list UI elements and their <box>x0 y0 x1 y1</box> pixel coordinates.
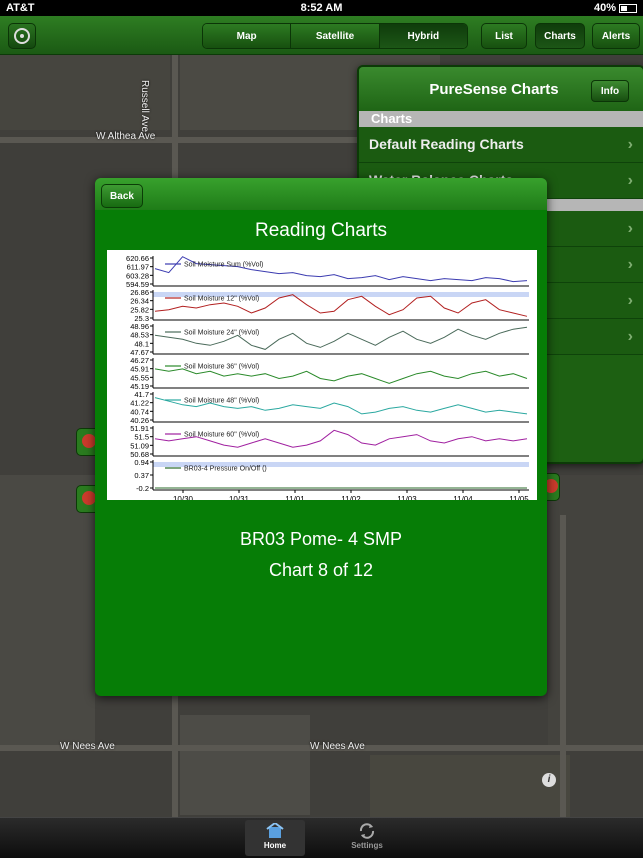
y-tick-label: 40.74 <box>130 407 149 416</box>
y-tick-label: 26.34 <box>130 297 149 306</box>
chevron-right-icon: › <box>627 172 633 189</box>
locate-icon <box>14 28 30 44</box>
y-tick-label: 603.28 <box>126 271 149 280</box>
legend-label: Soil Moisture Sum (%Vol) <box>184 262 263 269</box>
top-toolbar: Map Satellite Hybrid List Charts Alerts <box>0 16 643 55</box>
y-tick-label: 45.91 <box>130 365 149 374</box>
y-tick-label: 48.1 <box>134 339 149 348</box>
legend-label: Soil Moisture 60" (%Vol) <box>184 432 259 439</box>
info-button[interactable]: Info <box>591 80 629 102</box>
x-tick-label: 11/05 <box>509 495 529 500</box>
series-line <box>154 368 528 384</box>
home-icon <box>266 823 284 838</box>
map-type-hybrid[interactable]: Hybrid <box>379 24 467 48</box>
battery-icon <box>619 3 637 13</box>
battery-percent: 40% <box>593 2 616 14</box>
x-tick-label: 11/04 <box>453 495 473 500</box>
chevron-right-icon: › <box>627 328 633 345</box>
reading-chart-svg: 620.66611.97603.28594.59Soil Moisture Su… <box>126 254 529 500</box>
legend-label: Soil Moisture 48" (%Vol) <box>184 398 259 405</box>
tab-label: Settings <box>351 841 383 850</box>
legend-label: Soil Moisture 36" (%Vol) <box>184 364 259 371</box>
x-tick-label: 11/01 <box>285 495 305 500</box>
map-type-segmented-control: Map Satellite Hybrid <box>202 23 468 49</box>
locate-button[interactable] <box>8 23 36 49</box>
list-button[interactable]: List <box>481 23 527 49</box>
popover-header: PureSense Charts Info <box>359 67 643 111</box>
y-tick-label: 41.7 <box>134 390 149 399</box>
status-bar: AT&T 8:52 AM 40% <box>0 0 643 16</box>
reading-charts-dialog: Back Reading Charts 620.66 611.97 603.28 59… <box>95 178 547 696</box>
alerts-button[interactable]: Alerts <box>592 23 640 49</box>
station-name: BR03 Pome- 4 SMP <box>239 529 403 549</box>
map-label-w-nees-ave-east: W Nees Ave <box>310 741 365 752</box>
map-label-w-nees-ave-west: W Nees Ave <box>60 741 115 752</box>
map-info-icon[interactable]: i <box>542 773 556 787</box>
map-label-russell-ave: Russell Ave <box>139 80 150 133</box>
clock: 8:52 AM <box>300 2 343 14</box>
reading-chart: 620.66 611.97 603.28 594.59 Soil Moisture Su… <box>107 250 537 500</box>
chevron-right-icon: › <box>627 220 633 237</box>
tab-home[interactable]: Home <box>245 820 305 856</box>
battery-indicator: 40% <box>594 2 637 14</box>
back-button[interactable]: Back <box>101 184 143 208</box>
tab-settings[interactable]: Settings <box>337 820 397 856</box>
legend-label: Soil Moisture 24" (%Vol) <box>184 330 259 337</box>
y-tick-label: 611.97 <box>127 263 149 272</box>
y-tick-label: 620.66 <box>126 254 149 263</box>
x-tick-label: 11/02 <box>341 495 361 500</box>
refresh-icon <box>359 823 375 839</box>
dialog-header: Back <box>95 178 547 210</box>
menu-item-label: Default Reading Charts <box>369 136 524 152</box>
y-tick-label: 0.94 <box>134 458 149 467</box>
popover-title: PureSense Charts <box>429 81 559 98</box>
menu-item-default-reading-charts[interactable]: Default Reading Charts › <box>359 127 643 163</box>
x-tick-label: 10/30 <box>173 495 194 500</box>
y-tick-label: 51.5 <box>134 433 149 442</box>
map-label-w-althea-ave: W Althea Ave <box>96 131 156 142</box>
map-type-satellite[interactable]: Satellite <box>291 24 380 48</box>
x-tick-label: 11/03 <box>397 495 417 500</box>
y-tick-label: 45.55 <box>130 373 149 382</box>
dialog-title: Reading Charts <box>254 220 388 241</box>
map-type-map[interactable]: Map <box>203 24 292 48</box>
y-tick-label: 25.82 <box>130 305 149 314</box>
y-tick-label: 46.27 <box>130 356 149 365</box>
chevron-right-icon: › <box>627 136 633 153</box>
charts-button[interactable]: Charts <box>535 23 585 49</box>
chevron-right-icon: › <box>627 256 633 273</box>
y-tick-label: 48.53 <box>130 331 149 340</box>
chevron-right-icon: › <box>627 292 633 309</box>
y-tick-label: 26.86 <box>130 288 149 297</box>
tab-label: Home <box>263 841 287 850</box>
y-tick-label: -0.2 <box>136 484 149 493</box>
series-line <box>154 256 528 283</box>
y-tick-label: 51.09 <box>130 441 149 450</box>
tab-bar: Home Settings <box>0 817 643 858</box>
chart-counter: Chart 8 of 12 <box>268 560 374 580</box>
legend-label: BR03-4 Pressure On/Off () <box>184 466 267 473</box>
x-tick-label: 10/31 <box>229 495 250 500</box>
y-tick-label: 41.22 <box>130 399 149 408</box>
legend-label: Soil Moisture 12" (%Vol) <box>184 296 259 303</box>
y-tick-label: 48.96 <box>130 322 149 331</box>
y-tick-label: 0.37 <box>134 471 149 480</box>
y-tick-label: 51.91 <box>130 424 149 433</box>
charts-section-header: Charts <box>359 111 643 127</box>
